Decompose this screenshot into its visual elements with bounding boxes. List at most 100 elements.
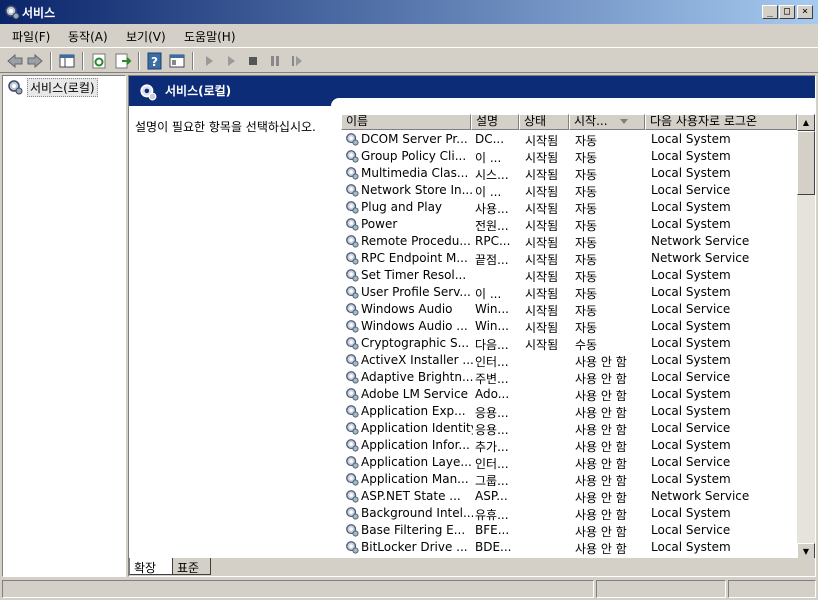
service-log-on-as: Local Service (651, 523, 731, 537)
service-startup-type: 자동 (575, 287, 598, 301)
service-row[interactable]: Power 전원... 시작됨 자동 Local System (341, 216, 797, 233)
service-row[interactable]: Application Man... 그룹... 사용 안 함 Local Syste… (341, 471, 797, 488)
service-gear-icon (345, 455, 359, 472)
service-log-on-as: Local System (651, 387, 731, 401)
menu-action[interactable]: 동작(A) (68, 28, 108, 45)
service-row[interactable]: Application Exp... 응용... 사용 안 함 Local Syste… (341, 403, 797, 420)
title-bar: 서비스 _ □ × (0, 0, 818, 24)
service-row[interactable]: Windows Audio ... Win... 시작됨 자동 Local System (341, 318, 797, 335)
service-row[interactable]: Cryptographic S... 다음... 시작됨 수동 Local System (341, 335, 797, 352)
service-name: Cryptographic S... (361, 336, 470, 350)
service-gear-icon (345, 268, 359, 285)
service-gear-icon (345, 353, 359, 370)
menu-file[interactable]: 파일(F) (12, 28, 50, 45)
tree-item-services-local[interactable]: 서비스(로컬) (7, 77, 98, 97)
scroll-thumb[interactable] (797, 131, 815, 195)
service-row[interactable]: Adaptive Brightn... 주변... 사용 안 함 Local Serv… (341, 369, 797, 386)
service-startup-type: 자동 (575, 270, 598, 284)
service-name: Set Timer Resol... (361, 268, 467, 282)
service-gear-icon (345, 183, 359, 200)
service-row[interactable]: Multimedia Clas... 시스... 시작됨 자동 Local System (341, 165, 797, 182)
service-row[interactable]: Application Infor... 추가... 사용 안 함 Local Sys… (341, 437, 797, 454)
play-icon[interactable] (222, 52, 240, 70)
column-log-on-as[interactable]: 다음 사용자로 로그온 (645, 114, 797, 130)
help-icon[interactable]: ? (146, 52, 164, 70)
play-icon[interactable] (200, 52, 218, 70)
vertical-scrollbar[interactable]: ▲ ▼ (797, 114, 815, 560)
service-log-on-as: Local Service (651, 421, 731, 435)
service-name: Application Exp... (361, 404, 466, 418)
forward-icon[interactable] (26, 52, 44, 70)
service-row[interactable]: ActiveX Installer ... 인터... 사용 안 함 Local Sy… (341, 352, 797, 369)
column-name[interactable]: 이름 (341, 114, 471, 130)
service-row[interactable]: Application Laye... 인터... 사용 안 함 Local Serv… (341, 454, 797, 471)
column-description[interactable]: 설명 (471, 114, 519, 130)
service-description: 이 ... (475, 287, 502, 301)
service-startup-type: 자동 (575, 219, 598, 233)
menu-help[interactable]: 도움말(H) (184, 28, 236, 45)
minimize-button[interactable]: _ (762, 5, 778, 19)
service-row[interactable]: Adobe LM Service Ado... 사용 안 함 Local System (341, 386, 797, 403)
service-startup-type: 자동 (575, 151, 598, 165)
menu-view[interactable]: 보기(V) (126, 28, 166, 45)
column-status[interactable]: 상태 (519, 114, 569, 130)
service-status: 시작됨 (525, 236, 559, 250)
tab-extended[interactable]: 확장 (129, 558, 173, 575)
service-name: Background Intel... (361, 506, 473, 520)
service-gear-icon (345, 370, 359, 387)
service-startup-type: 사용 안 함 (575, 525, 627, 539)
service-name: RPC Endpoint M... (361, 251, 468, 265)
service-log-on-as: Local System (651, 200, 731, 214)
restart-icon[interactable] (288, 52, 306, 70)
service-row[interactable]: BitLocker Drive ... BDE... 사용 안 함 Local Sys… (341, 539, 797, 556)
service-log-on-as: Local System (651, 506, 731, 520)
service-log-on-as: Local Service (651, 302, 731, 316)
service-row[interactable]: Background Intel... 유휴... 사용 안 함 Local Syst… (341, 505, 797, 522)
service-row[interactable]: Application Identity 응용... 사용 안 함 Local Ser… (341, 420, 797, 437)
service-row[interactable]: Plug and Play 사용... 시작됨 자동 Local System (341, 199, 797, 216)
close-button[interactable]: × (797, 5, 813, 19)
service-status: 시작됨 (525, 253, 559, 267)
service-row[interactable]: ASP.NET State ... ASP... 사용 안 함 Network Ser… (341, 488, 797, 505)
export-icon[interactable] (114, 52, 132, 70)
service-log-on-as: Network Service (651, 251, 750, 265)
service-gear-icon (345, 166, 359, 183)
service-row[interactable]: Network Store In... 이 ... 시작됨 자동 Local Servi… (341, 182, 797, 199)
service-status: 시작됨 (525, 168, 559, 182)
service-startup-type: 사용 안 함 (575, 423, 627, 437)
service-row[interactable]: Base Filtering E... BFE... 사용 안 함 Local Ser… (341, 522, 797, 539)
service-row[interactable]: Windows Audio Win... 시작됨 자동 Local Service (341, 301, 797, 318)
view-tabs: 확장 표준 (129, 558, 815, 576)
service-description: Win... (475, 302, 509, 316)
service-name: Windows Audio ... (361, 319, 468, 333)
scroll-up-button[interactable]: ▲ (797, 114, 815, 131)
service-gear-icon (345, 336, 359, 353)
service-description: 전원... (475, 219, 509, 233)
service-row[interactable]: RPC Endpoint M... 끝점... 시작됨 자동 Network Servi… (341, 250, 797, 267)
service-row[interactable]: Set Timer Resol... 시작됨 자동 Local System (341, 267, 797, 284)
back-icon[interactable] (6, 52, 24, 70)
service-status: 시작됨 (525, 151, 559, 165)
service-row[interactable]: DCOM Server Pr... DC... 시작됨 자동 Local System (341, 131, 797, 148)
service-log-on-as: Local System (651, 540, 731, 554)
service-gear-icon (345, 472, 359, 489)
stop-icon[interactable] (244, 52, 262, 70)
service-row[interactable]: User Profile Serv... 이 ... 시작됨 자동 Local Syst… (341, 284, 797, 301)
service-row[interactable]: Group Policy Cli... 이 ... 시작됨 자동 Local Syste… (341, 148, 797, 165)
pause-icon[interactable] (266, 52, 284, 70)
tab-standard[interactable]: 표준 (173, 558, 211, 575)
properties-icon[interactable] (168, 52, 186, 70)
service-startup-type: 사용 안 함 (575, 389, 627, 403)
refresh-icon[interactable] (90, 52, 108, 70)
service-name: Adobe LM Service (361, 387, 468, 401)
maximize-button[interactable]: □ (779, 5, 795, 19)
service-description: 시스... (475, 168, 509, 182)
column-startup-type[interactable]: 시작... (569, 114, 645, 130)
service-description: 이 ... (475, 151, 502, 165)
service-row[interactable]: Remote Procedu... RPC... 시작됨 자동 Network Serv… (341, 233, 797, 250)
service-description: 응용... (475, 423, 509, 437)
service-startup-type: 자동 (575, 134, 598, 148)
service-startup-type: 자동 (575, 185, 598, 199)
console-tree-icon[interactable] (58, 52, 76, 70)
service-name: Power (361, 217, 398, 231)
